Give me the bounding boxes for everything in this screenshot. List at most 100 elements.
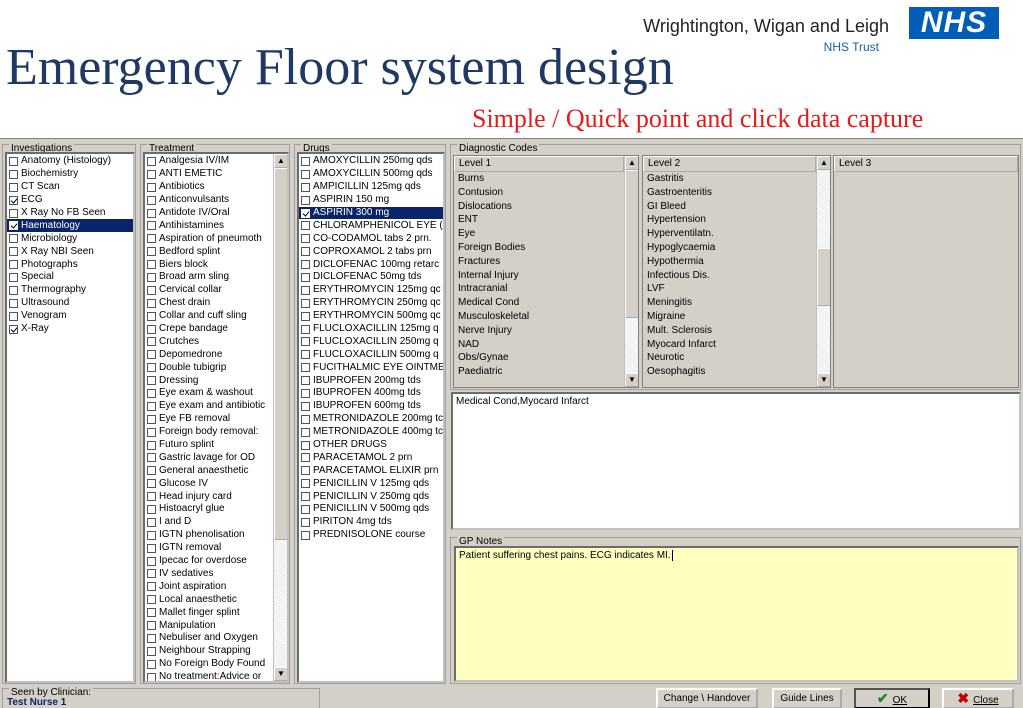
checkbox[interactable] bbox=[9, 221, 18, 231]
drug-item[interactable]: COPROXAMOL 2 tabs prn bbox=[299, 245, 443, 258]
checkbox[interactable] bbox=[147, 324, 156, 334]
checkbox[interactable] bbox=[301, 221, 310, 231]
checkbox[interactable] bbox=[147, 156, 156, 166]
drug-item[interactable]: PENICILLIN V 125mg qds bbox=[299, 477, 443, 490]
checkbox[interactable] bbox=[147, 260, 156, 270]
treatment-list[interactable]: Analgesia IV/IM ANTI EMETIC Antibiotics Ant… bbox=[143, 152, 289, 683]
treatment-item[interactable]: Eye FB removal bbox=[145, 413, 271, 426]
checkbox[interactable] bbox=[147, 530, 156, 540]
drug-item[interactable]: ASPIRIN 150 mg bbox=[299, 194, 443, 207]
checkbox[interactable] bbox=[147, 621, 156, 630]
level1-list[interactable]: Level 1 Burns Contusion Dislocations ENT Eye… bbox=[453, 155, 639, 388]
checkbox[interactable] bbox=[147, 659, 156, 669]
investigation-item[interactable]: X Ray No FB Seen bbox=[7, 207, 133, 220]
level2-item[interactable]: Hypoglycaemia bbox=[643, 241, 816, 255]
checkbox[interactable] bbox=[147, 363, 156, 373]
drug-item[interactable]: DICLOFENAC 100mg retarc bbox=[299, 258, 443, 271]
checkbox[interactable] bbox=[301, 479, 310, 489]
drug-item[interactable]: ERYTHROMYCIN 125mg qc bbox=[299, 284, 443, 297]
level1-item[interactable]: Eye bbox=[454, 227, 624, 241]
checkbox[interactable] bbox=[301, 169, 310, 179]
level1-item[interactable]: Fractures bbox=[454, 255, 624, 269]
ok-button[interactable]: ✔ OK bbox=[854, 688, 930, 708]
treatment-item[interactable]: Cervical collar bbox=[145, 284, 271, 297]
treatment-item[interactable]: Antibiotics bbox=[145, 181, 271, 194]
level2-scrollbar[interactable]: ▲ ▼ bbox=[816, 156, 830, 387]
diagnosis-text[interactable]: Medical Cond,Myocard Infarct bbox=[451, 392, 1021, 530]
drug-item[interactable]: METRONIDAZOLE 400mg tc bbox=[299, 426, 443, 439]
drug-item[interactable]: PARACETAMOL 2 prn bbox=[299, 451, 443, 464]
drug-item[interactable]: IBUPROFEN 200mg tds bbox=[299, 374, 443, 387]
level1-item[interactable]: Contusion bbox=[454, 186, 624, 200]
checkbox[interactable] bbox=[147, 492, 156, 502]
treatment-item[interactable]: IGTN phenolisation bbox=[145, 529, 271, 542]
checkbox[interactable] bbox=[301, 182, 310, 192]
checkbox[interactable] bbox=[147, 208, 156, 218]
checkbox[interactable] bbox=[147, 195, 156, 205]
investigation-item[interactable]: X Ray NBI Seen bbox=[7, 245, 133, 258]
level1-item[interactable]: Burns bbox=[454, 172, 624, 186]
treatment-item[interactable]: Manipulation bbox=[145, 619, 271, 632]
checkbox[interactable] bbox=[147, 169, 156, 179]
investigation-item[interactable]: Venogram bbox=[7, 310, 133, 323]
level1-item[interactable]: Musculoskeletal bbox=[454, 310, 624, 324]
level2-item[interactable]: Infectious Dis. bbox=[643, 269, 816, 283]
level2-item[interactable]: Myocard Infarct bbox=[643, 338, 816, 352]
checkbox[interactable] bbox=[301, 363, 310, 373]
drug-item[interactable]: ERYTHROMYCIN 500mg qc bbox=[299, 310, 443, 323]
treatment-item[interactable]: Antidote IV/Oral bbox=[145, 207, 271, 220]
drug-item[interactable]: CHLORAMPHENICOL EYE ( bbox=[299, 219, 443, 232]
drug-item[interactable]: OTHER DRUGS bbox=[299, 439, 443, 452]
investigation-item[interactable]: Ultrasound bbox=[7, 297, 133, 310]
checkbox[interactable] bbox=[147, 440, 156, 450]
checkbox[interactable] bbox=[301, 285, 310, 295]
checkbox[interactable] bbox=[301, 453, 310, 463]
drug-item[interactable]: ERYTHROMYCIN 250mg qc bbox=[299, 297, 443, 310]
treatment-item[interactable]: Foreign body removal: bbox=[145, 426, 271, 439]
guide-lines-button[interactable]: Guide Lines bbox=[772, 688, 842, 708]
drug-item[interactable]: PENICILLIN V 500mg qds bbox=[299, 503, 443, 516]
investigation-item[interactable]: Microbiology bbox=[7, 232, 133, 245]
treatment-item[interactable]: Eye exam and antibiotic bbox=[145, 400, 271, 413]
scroll-down-arrow-icon[interactable]: ▼ bbox=[274, 667, 287, 681]
checkbox[interactable] bbox=[9, 298, 18, 308]
checkbox[interactable] bbox=[9, 195, 18, 205]
checkbox[interactable] bbox=[147, 388, 156, 398]
checkbox[interactable] bbox=[301, 350, 310, 360]
checkbox[interactable] bbox=[301, 492, 310, 502]
investigation-item[interactable]: Biochemistry bbox=[7, 168, 133, 181]
level2-list[interactable]: Level 2 Gastritis Gastroenteritis GI Bleed… bbox=[642, 155, 831, 388]
checkbox[interactable] bbox=[301, 517, 310, 527]
checkbox[interactable] bbox=[301, 156, 310, 166]
drug-item[interactable]: FLUCLOXACILLIN 250mg q bbox=[299, 335, 443, 348]
drug-item[interactable]: AMOXYCILLIN 500mg qds bbox=[299, 168, 443, 181]
level2-item[interactable]: Neurotic bbox=[643, 351, 816, 365]
drug-item[interactable]: IBUPROFEN 600mg tds bbox=[299, 400, 443, 413]
checkbox[interactable] bbox=[147, 646, 156, 656]
checkbox[interactable] bbox=[9, 156, 18, 166]
drug-item[interactable]: FLUCLOXACILLIN 125mg q bbox=[299, 323, 443, 336]
level2-item[interactable]: Meningitis bbox=[643, 296, 816, 310]
drugs-list[interactable]: AMOXYCILLIN 250mg qds AMOXYCILLIN 500mg q… bbox=[297, 152, 445, 683]
checkbox[interactable] bbox=[147, 633, 156, 643]
treatment-item[interactable]: Aspiration of pneumoth bbox=[145, 232, 271, 245]
close-button[interactable]: ✖ Close bbox=[942, 688, 1014, 708]
scroll-up-arrow-icon[interactable]: ▲ bbox=[274, 154, 287, 168]
investigation-item[interactable]: Special bbox=[7, 271, 133, 284]
checkbox[interactable] bbox=[147, 272, 156, 282]
treatment-item[interactable]: No treatment:Advice or bbox=[145, 671, 271, 681]
level1-item[interactable]: Paediatric bbox=[454, 365, 624, 379]
treatment-item[interactable]: Bedford splint bbox=[145, 245, 271, 258]
level2-item[interactable]: LVF bbox=[643, 282, 816, 296]
treatment-item[interactable]: Biers block bbox=[145, 258, 271, 271]
checkbox[interactable] bbox=[301, 298, 310, 308]
investigation-item[interactable]: Haematology bbox=[7, 219, 133, 233]
level1-header[interactable]: Level 1 bbox=[454, 156, 624, 172]
scroll-down-arrow-icon[interactable]: ▼ bbox=[817, 373, 830, 387]
checkbox[interactable] bbox=[147, 247, 156, 257]
level1-item[interactable]: Medical Cond bbox=[454, 296, 624, 310]
checkbox[interactable] bbox=[301, 376, 310, 386]
treatment-item[interactable]: Chest drain bbox=[145, 297, 271, 310]
treatment-item[interactable]: IV sedatives bbox=[145, 568, 271, 581]
investigation-item[interactable]: Thermography bbox=[7, 284, 133, 297]
